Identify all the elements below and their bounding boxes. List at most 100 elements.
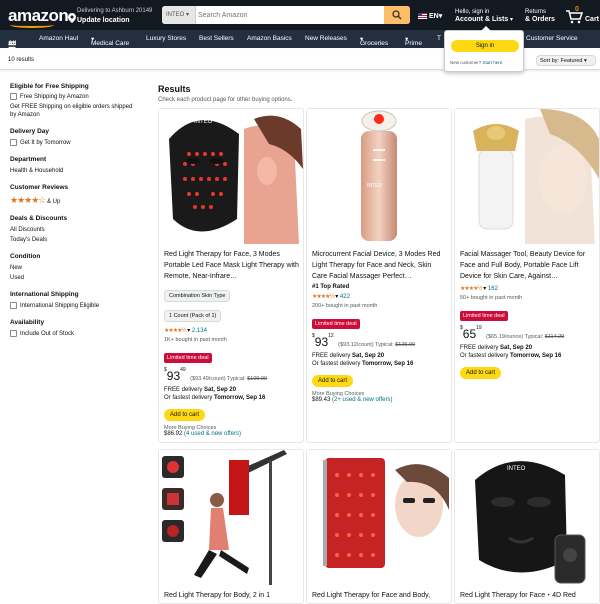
todays-deals-link[interactable]: Today's Deals <box>10 237 47 243</box>
nav-best-sellers[interactable]: Best Sellers <box>199 35 234 42</box>
star-rating-icon: ★★★★☆ <box>10 195 46 205</box>
pack-size-chip[interactable]: 1 Count (Pack of 1) <box>164 310 222 322</box>
price-fraction: 12 <box>328 332 334 339</box>
unit-price: ($93.12/count) Typical: $125.99 <box>338 342 415 348</box>
delivery-info: FREE delivery Sat, Sep 20 <box>312 353 448 359</box>
delivery-label: FREE delivery <box>460 345 501 351</box>
add-to-cart-button[interactable]: Add to cart <box>164 409 206 421</box>
new-customer-label: New customer? <box>450 60 482 65</box>
typical-price: $109.99 <box>247 376 268 382</box>
out-of-stock-option[interactable]: Include Out of Stock <box>20 331 74 337</box>
price-row: $9312 ($93.12/count) Typical: $125.99 <box>312 333 448 351</box>
intl-shipping-checkbox[interactable] <box>10 302 17 309</box>
nav-prime-label: Prime <box>405 40 422 47</box>
search-icon <box>392 10 402 20</box>
search-bar: INTEO ▾ <box>162 6 410 24</box>
nav-prime[interactable]: Prime ▾ <box>405 35 422 47</box>
search-input[interactable] <box>198 8 378 22</box>
condition-heading: Condition <box>10 253 41 260</box>
unit-price-text: ($93.12/count) Typical: <box>338 342 396 348</box>
price-row: $9349 ($93.49/count) Typical: $109.99 <box>164 367 300 385</box>
condition-used-link[interactable]: Used <box>10 275 24 281</box>
product-title-link[interactable]: Red Light Therapy for Body, 2 in 1 <box>164 590 300 601</box>
delivery-info: FREE delivery Sat, Sep 20 <box>164 387 300 393</box>
product-rating[interactable]: ★★★★½ ▾ 162 <box>460 285 596 292</box>
search-category-dropdown[interactable]: INTEO ▾ <box>162 6 196 24</box>
nav-new-releases[interactable]: New Releases <box>305 35 347 42</box>
out-of-stock-checkbox[interactable] <box>10 330 17 337</box>
returns-orders-link[interactable]: Returns & Orders <box>525 8 555 24</box>
price-whole: 93 <box>314 334 329 349</box>
nav-truncated[interactable]: T <box>437 35 441 42</box>
product-image[interactable]: INTEO <box>159 109 303 244</box>
delivery-date: Sat, Sep 20 <box>500 345 533 351</box>
intl-shipping-option[interactable]: International Shipping Eligible <box>20 303 99 309</box>
nav-groceries[interactable]: Groceries ▾ <box>360 35 388 47</box>
delivery-day-checkbox[interactable] <box>10 139 17 146</box>
nav-medical-care[interactable]: Medical Care ▾ <box>91 35 129 47</box>
product-image[interactable]: INTEO <box>307 109 451 244</box>
location-pin-icon <box>68 13 76 25</box>
fastest-date: Tomorrow, Sep 16 <box>214 395 266 401</box>
fastest-label: Or fastest delivery <box>460 353 511 359</box>
customer-reviews-heading: Customer Reviews <box>10 184 69 191</box>
delivery-info: FREE delivery Sat, Sep 20 <box>460 345 596 351</box>
limited-deal-badge: Limited time deal <box>460 311 508 321</box>
price-fraction: 49 <box>180 366 186 373</box>
offers-link[interactable]: (4 used & new offers) <box>184 431 241 437</box>
product-title-link[interactable]: Red Light Therapy for Face and Body, <box>312 590 448 601</box>
product-image[interactable] <box>307 450 451 585</box>
nav-customer-service[interactable]: Customer Service <box>526 35 578 42</box>
nav-amazon-basics[interactable]: Amazon Basics <box>247 35 292 42</box>
add-to-cart-button[interactable]: Add to cart <box>460 367 502 379</box>
product-image[interactable] <box>159 450 303 585</box>
product-price[interactable]: $9349 <box>164 366 186 383</box>
condition-new-link[interactable]: New <box>10 265 22 271</box>
skin-type-chip[interactable]: Combination Skin Type <box>164 290 231 302</box>
product-image[interactable] <box>455 109 599 244</box>
delivery-date: Sat, Sep 20 <box>204 387 237 393</box>
product-image[interactable]: INTEO <box>455 450 599 585</box>
delivery-day-option[interactable]: Get It by Tomorrow <box>20 140 71 146</box>
nav-amazon-haul[interactable]: Amazon Haul <box>39 35 78 42</box>
free-shipping-checkbox[interactable] <box>10 93 17 100</box>
product-title-link[interactable]: Facial Massager Tool, Beauty Device for … <box>460 249 596 282</box>
fastest-date: Tomorrow, Sep 16 <box>510 353 562 359</box>
intl-shipping-heading: International Shipping <box>10 291 79 298</box>
deliver-line2: Update location <box>77 17 130 24</box>
other-offers: $89.43 (2+ used & new offers) <box>312 397 448 403</box>
product-rating[interactable]: ★★★★½ ▾ 2,134 <box>164 327 300 334</box>
product-price[interactable]: $6519 <box>460 325 482 341</box>
search-button[interactable] <box>384 6 410 24</box>
new-customer-text: New customer? Start here. <box>450 60 504 65</box>
star-rating-icon: ★★★★½ <box>312 294 335 300</box>
product-title-link[interactable]: Red Light Therapy for Face・4D Red <box>460 590 596 601</box>
reviews-up-label: & Up <box>47 199 61 205</box>
all-discounts-link[interactable]: All Discounts <box>10 227 45 233</box>
language-label: EN <box>428 13 439 20</box>
department-health-household[interactable]: Health & Household <box>10 168 63 174</box>
product-title-link[interactable]: Red Light Therapy for Face, 3 Modes Port… <box>164 249 300 282</box>
signin-button[interactable]: Sign in <box>451 40 519 52</box>
product-rating[interactable]: ★★★★½ ▾ 422 <box>312 293 448 300</box>
add-to-cart-button[interactable]: Add to cart <box>312 375 354 387</box>
start-here-link[interactable]: Start here. <box>483 60 504 65</box>
nav-groceries-label: Groceries <box>360 40 389 47</box>
account-greeting: Hello, sign in <box>455 9 490 15</box>
price-whole: 65 <box>462 326 477 341</box>
sort-by-dropdown[interactable]: Sort by: Featured ▾ <box>536 55 596 66</box>
offers-link[interactable]: (2+ used & new offers) <box>332 397 392 403</box>
other-offers: $86.92 (4 used & new offers) <box>164 431 300 437</box>
nav-luxury-stores[interactable]: Luxury Stores <box>146 35 186 42</box>
account-lists-menu[interactable]: Hello, sign in Account & Lists ▾ <box>455 8 513 24</box>
price-row: $6519 ($65.19/ounce) Typical: $114.29 <box>460 325 596 343</box>
offers-price: $89.43 <box>312 397 333 403</box>
language-selector[interactable]: EN▾ <box>418 12 442 20</box>
free-shipping-option[interactable]: Free Shipping by Amazon <box>20 94 89 100</box>
product-price[interactable]: $9312 <box>312 332 334 349</box>
limited-deal-badge: Limited time deal <box>164 353 212 363</box>
deliver-to-link[interactable]: Delivering to Ashburn 20149 Update locat… <box>77 7 152 25</box>
four-stars-up-filter[interactable]: ★★★★☆ & Up <box>10 195 60 206</box>
product-title-link[interactable]: Microcurrent Facial Device, 3 Modes Red … <box>312 249 448 282</box>
fastest-label: Or fastest delivery <box>312 361 363 367</box>
